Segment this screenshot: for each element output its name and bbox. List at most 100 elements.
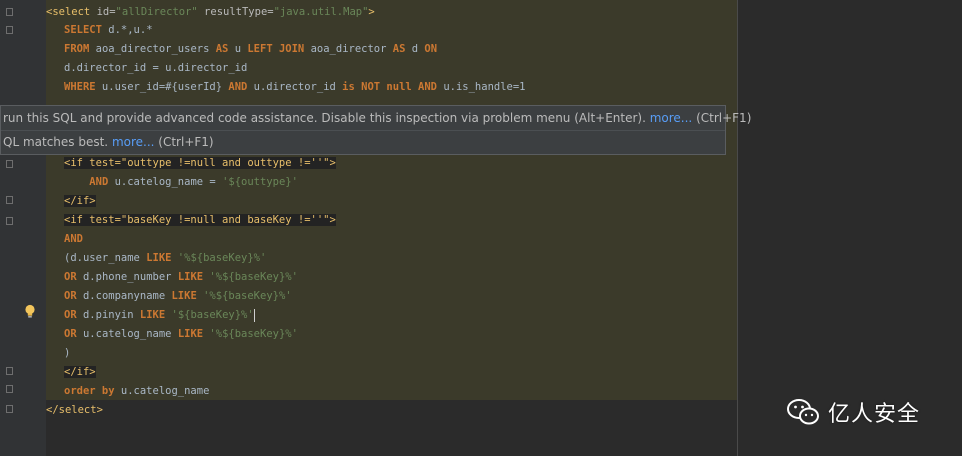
code-token: '%${baseKey}%': [203, 271, 298, 283]
code-token: >: [368, 6, 375, 18]
code-line[interactable]: AND: [64, 231, 83, 247]
tooltip-line: run this SQL and provide advanced code a…: [3, 109, 751, 127]
more-link[interactable]: more...: [112, 135, 155, 149]
fold-marker[interactable]: [6, 217, 13, 225]
code-token: <select: [46, 6, 97, 18]
code-line[interactable]: AND u.catelog_name = '${outtype}': [64, 174, 298, 190]
code-token: ): [64, 347, 71, 359]
code-token: u.director_id: [247, 81, 343, 93]
code-line[interactable]: ): [64, 345, 70, 361]
code-line[interactable]: d.director_id = u.director_id: [64, 60, 247, 76]
code-token: resultType=: [197, 6, 274, 18]
code-token: LIKE: [146, 252, 172, 264]
code-line[interactable]: OR u.catelog_name LIKE '%${baseKey}%': [64, 326, 298, 342]
fold-marker[interactable]: [6, 160, 13, 168]
code-line[interactable]: SELECT d.*,u.*: [64, 22, 153, 38]
code-token: </if>: [64, 366, 96, 378]
fold-marker[interactable]: [6, 26, 13, 34]
fold-marker[interactable]: [6, 367, 13, 375]
text-caret: [253, 308, 255, 322]
code-editor[interactable]: <select id="allDirector" resultType="jav…: [0, 0, 962, 456]
code-token: '%${baseKey}%': [203, 328, 298, 340]
code-token: d.companyname: [76, 290, 172, 302]
code-token: u.catelog_name: [114, 385, 210, 397]
code-line[interactable]: <select id="allDirector" resultType="jav…: [46, 4, 375, 20]
code-token: d.phone_number: [76, 271, 178, 283]
watermark-text: 亿人安全: [828, 402, 921, 427]
code-token: u: [228, 43, 248, 55]
fold-marker[interactable]: [6, 196, 13, 204]
code-token: '${outtype}': [222, 176, 298, 188]
code-token: '${baseKey}%': [165, 309, 254, 321]
code-token: u.user_id=#{userId}: [95, 81, 229, 93]
code-token: LIKE: [139, 309, 166, 321]
code-token: </if>: [64, 195, 96, 207]
fold-marker[interactable]: [6, 385, 13, 393]
code-token: AND: [64, 233, 83, 245]
code-line[interactable]: <if test="baseKey !=null and baseKey !='…: [64, 212, 336, 228]
tooltip-shortcut: (Ctrl+F1): [154, 135, 214, 149]
code-token: LIKE: [177, 271, 204, 283]
more-link[interactable]: more...: [650, 111, 693, 125]
tooltip-shortcut: (Ctrl+F1): [692, 111, 752, 125]
code-token: LIKE: [171, 290, 197, 302]
code-token: d: [405, 43, 425, 55]
code-line[interactable]: OR d.phone_number LIKE '%${baseKey}%': [64, 269, 298, 285]
code-token: OR: [64, 309, 77, 321]
code-line[interactable]: </select>: [46, 402, 103, 418]
code-token: WHERE: [64, 81, 96, 93]
code-line[interactable]: OR d.companyname LIKE '%${baseKey}%': [64, 288, 292, 304]
code-line[interactable]: FROM aoa_director_users AS u LEFT JOIN a…: [64, 41, 437, 57]
code-token: aoa_director: [304, 43, 393, 55]
tooltip-divider: [1, 130, 725, 131]
code-token: order by: [64, 385, 115, 397]
code-line[interactable]: </if>: [64, 193, 96, 209]
code-line[interactable]: (d.user_name LIKE '%${baseKey}%': [64, 250, 266, 266]
code-token: LIKE: [177, 328, 204, 340]
editor-gutter: [0, 0, 46, 456]
code-token: aoa_director_users: [89, 43, 216, 55]
code-token: d.director_id = u.director_id: [64, 62, 248, 74]
intention-bulb-icon[interactable]: [24, 304, 36, 319]
watermark: 亿人安全: [786, 394, 920, 430]
code-line[interactable]: <if test="outtype !=null and outtype !='…: [64, 155, 336, 171]
code-line[interactable]: WHERE u.user_id=#{userId} AND u.director…: [64, 79, 526, 95]
code-token: AND: [228, 81, 248, 93]
code-token: u.catelog_name: [76, 328, 178, 340]
code-token: is NOT null AND: [342, 81, 437, 93]
code-token: '%${baseKey}%': [171, 252, 267, 264]
code-token: <if test="baseKey !=null and baseKey !='…: [64, 214, 336, 226]
code-token: </select>: [46, 404, 103, 416]
tooltip-message: run this SQL and provide advanced code a…: [3, 111, 650, 125]
code-token: ON: [424, 43, 438, 55]
wechat-icon: [787, 399, 819, 425]
inspection-tooltip: run this SQL and provide advanced code a…: [0, 105, 751, 155]
code-token: OR: [64, 328, 77, 340]
code-token: AS: [215, 43, 229, 55]
code-line[interactable]: order by u.catelog_name: [64, 383, 209, 399]
code-line[interactable]: OR d.pinyin LIKE '${baseKey}%': [64, 307, 255, 323]
code-token: d.*,u.*: [101, 24, 153, 36]
code-line[interactable]: </if>: [64, 364, 96, 380]
code-token: '%${baseKey}%': [196, 290, 292, 302]
fold-marker[interactable]: [6, 8, 13, 16]
code-token: AND: [89, 176, 109, 188]
tooltip-message: QL matches best.: [3, 135, 112, 149]
code-token: "allDirector": [115, 6, 198, 18]
code-token: "java.util.Map": [273, 6, 369, 18]
code-token: SELECT: [64, 24, 102, 36]
code-token: <if test="outtype !=null and outtype !='…: [64, 157, 336, 169]
tooltip-line: QL matches best. more... (Ctrl+F1): [3, 133, 214, 151]
code-token: FROM: [64, 43, 90, 55]
fold-marker[interactable]: [6, 405, 13, 413]
code-token: OR: [64, 271, 77, 283]
code-token: id=: [96, 6, 116, 18]
code-area-bottom: [46, 400, 737, 420]
code-token: LEFT JOIN: [247, 43, 305, 55]
right-margin-guide: [737, 0, 738, 456]
code-token: u.is_handle=1: [437, 81, 526, 93]
code-token: d.pinyin: [76, 309, 140, 321]
code-token: AS: [392, 43, 406, 55]
code-token: u.catelog_name =: [108, 176, 223, 188]
